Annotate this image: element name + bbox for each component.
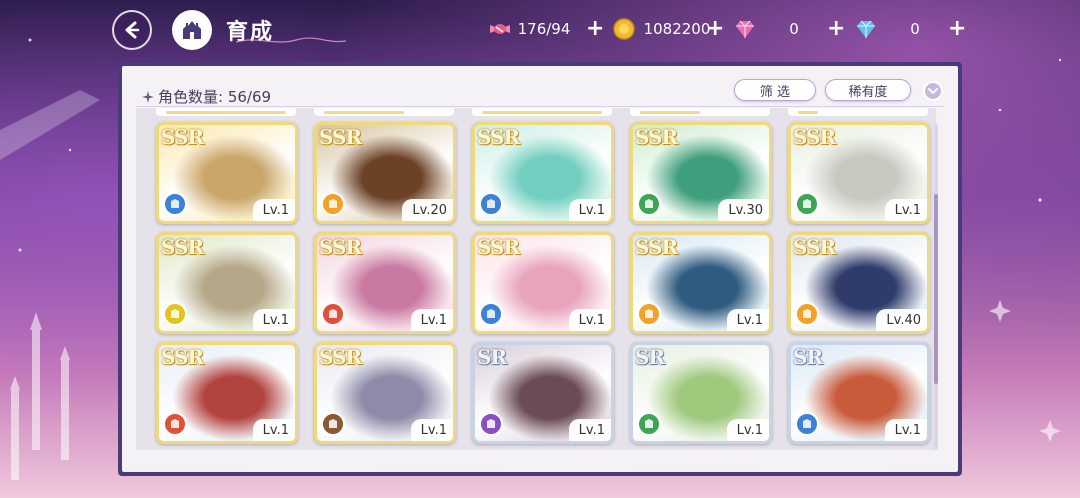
back-button[interactable] <box>112 10 152 50</box>
red-tag-icon <box>321 302 345 326</box>
resource-candy: 176/94 <box>488 17 576 41</box>
grid-scrollbar[interactable] <box>934 124 938 450</box>
blue-gem-add-button[interactable]: + <box>948 17 966 41</box>
candy-icon <box>490 24 510 34</box>
character-level: Lv.30 <box>718 199 769 221</box>
character-level: Lv.1 <box>252 199 295 221</box>
character-card[interactable]: SSR Lv.40 <box>788 232 930 334</box>
filter-button[interactable]: 筛 选 <box>734 79 816 101</box>
character-card[interactable]: SSR Lv.1 <box>314 232 456 334</box>
character-level: Lv.1 <box>568 309 611 331</box>
character-count-label: 角色数量: 56/69 <box>158 88 272 106</box>
rarity-badge: SSR <box>161 235 204 259</box>
pink-gem-value: 0 <box>789 20 799 38</box>
character-level: Lv.1 <box>410 419 453 441</box>
rarity-badge: SSR <box>793 125 836 149</box>
sort-rarity-button[interactable]: 稀有度 <box>825 79 911 101</box>
orange-tag-icon <box>637 302 661 326</box>
sort-order-toggle[interactable] <box>923 81 943 101</box>
character-level: Lv.1 <box>726 419 769 441</box>
resource-pink-gem: 0 <box>733 17 831 41</box>
blue-diamond-icon <box>857 20 875 38</box>
character-level: Lv.20 <box>402 199 453 221</box>
brown-shield-icon <box>321 412 345 436</box>
yellow-tag-icon <box>163 302 187 326</box>
character-card[interactable]: SSR Lv.1 <box>630 232 772 334</box>
coin-add-button[interactable]: + <box>706 17 724 41</box>
character-level: Lv.1 <box>252 419 295 441</box>
orange-tag-icon <box>795 302 819 326</box>
character-card[interactable]: SSR Lv.1 <box>156 232 298 334</box>
rarity-badge: SSR <box>319 235 362 259</box>
rarity-badge: SSR <box>635 125 678 149</box>
resource-blue-gem: 0 <box>854 17 952 41</box>
grid-scrollbar-thumb[interactable] <box>934 194 938 384</box>
back-arrow-icon <box>125 21 140 39</box>
rarity-badge: SSR <box>477 125 520 149</box>
character-level: Lv.1 <box>884 199 927 221</box>
previous-row-card-edge <box>314 108 454 116</box>
character-count: 角色数量: 56/69 <box>142 86 271 107</box>
home-button[interactable] <box>172 10 212 50</box>
sparkle-icon <box>142 90 154 103</box>
character-level: Lv.1 <box>568 419 611 441</box>
yellow-tag-icon <box>321 192 345 216</box>
character-card[interactable]: SR Lv.1 <box>788 342 930 444</box>
coin-icon <box>613 18 635 40</box>
chevron-down-icon <box>928 88 938 95</box>
purple-boot-icon <box>479 412 503 436</box>
character-grid[interactable]: SSR Lv.1 SSR Lv.20 SSR Lv.1 SSR Lv.30 SSR Lv.1 SSR… <box>136 108 936 450</box>
top-bar: 育成 176/94 + 1082200 + 0 + 0 + <box>0 0 1080 60</box>
character-card[interactable]: SSR Lv.1 <box>156 122 298 224</box>
title-flourish-decoration <box>236 37 346 43</box>
character-panel-inner: 角色数量: 56/69 筛 选 稀有度 SSR Lv.1 SSR Lv.20 SSR Lv… <box>122 66 958 472</box>
castle-icon <box>183 21 201 39</box>
rarity-badge: SR <box>477 345 507 369</box>
pink-diamond-icon <box>736 20 754 38</box>
rarity-badge: SSR <box>319 125 362 149</box>
previous-row-card-edge <box>472 108 612 116</box>
character-level: Lv.1 <box>884 419 927 441</box>
header-divider <box>136 106 944 107</box>
rarity-badge: SSR <box>161 125 204 149</box>
pink-gem-add-button[interactable]: + <box>827 17 845 41</box>
character-level: Lv.1 <box>726 309 769 331</box>
character-level: Lv.1 <box>568 199 611 221</box>
character-card[interactable]: SSR Lv.1 <box>788 122 930 224</box>
character-card[interactable]: SSR Lv.1 <box>314 342 456 444</box>
previous-row-card-edge <box>788 108 928 116</box>
character-level: Lv.1 <box>252 309 295 331</box>
character-card[interactable]: SSR Lv.1 <box>472 232 614 334</box>
rarity-badge: SR <box>635 345 665 369</box>
green-tag-icon <box>637 192 661 216</box>
character-panel: 角色数量: 56/69 筛 选 稀有度 SSR Lv.1 SSR Lv.20 SSR Lv… <box>118 62 962 476</box>
character-level: Lv.1 <box>410 309 453 331</box>
rarity-badge: SSR <box>477 235 520 259</box>
character-card[interactable]: SR Lv.1 <box>472 342 614 444</box>
candy-add-button[interactable]: + <box>586 17 604 41</box>
green-shield-icon <box>637 412 661 436</box>
resource-coin: 1082200 <box>612 17 718 41</box>
rarity-badge: SR <box>793 345 823 369</box>
character-card[interactable]: SSR Lv.20 <box>314 122 456 224</box>
character-card[interactable]: SSR Lv.1 <box>156 342 298 444</box>
blue-key-icon <box>479 302 503 326</box>
candy-value: 176/94 <box>517 20 571 38</box>
previous-row-card-edge <box>630 108 770 116</box>
blue-boot-icon <box>479 192 503 216</box>
character-level: Lv.40 <box>876 309 927 331</box>
rarity-badge: SSR <box>319 345 362 369</box>
previous-row-card-edge <box>156 108 296 116</box>
character-card[interactable]: SSR Lv.30 <box>630 122 772 224</box>
yellow-tag-icon <box>163 192 187 216</box>
character-card[interactable]: SR Lv.1 <box>630 342 772 444</box>
rarity-badge: SSR <box>793 235 836 259</box>
rarity-badge: SSR <box>161 345 204 369</box>
blue-key-icon <box>795 412 819 436</box>
red-tag-icon <box>163 412 187 436</box>
green-key-icon <box>795 192 819 216</box>
character-card[interactable]: SSR Lv.1 <box>472 122 614 224</box>
rarity-badge: SSR <box>635 235 678 259</box>
blue-gem-value: 0 <box>910 20 920 38</box>
